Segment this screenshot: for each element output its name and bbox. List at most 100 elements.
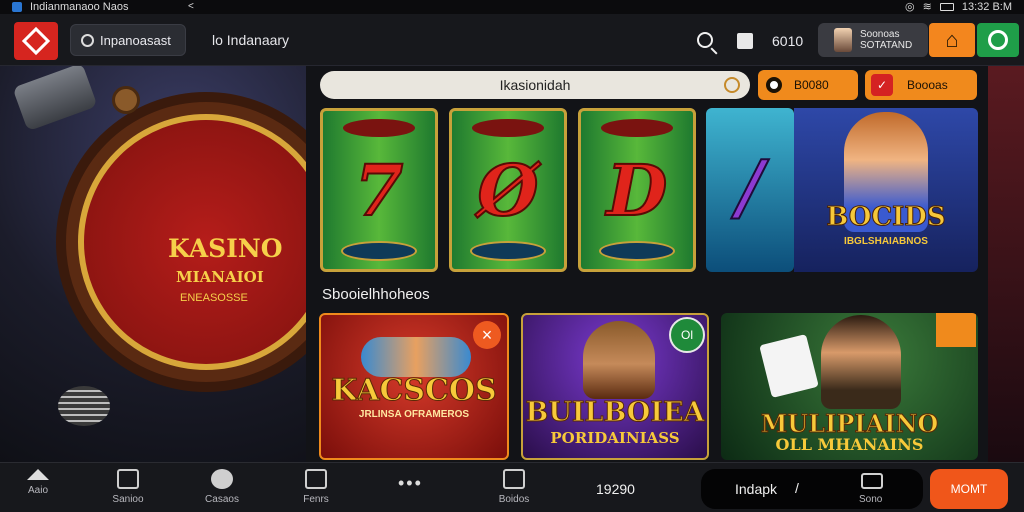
gift-icon: ✓ (871, 74, 893, 96)
search-icon[interactable] (697, 32, 713, 48)
search-icon (81, 33, 94, 47)
tab-label: Boidos (498, 494, 530, 505)
close-icon[interactable]: × (473, 321, 501, 349)
home-icon (27, 469, 49, 480)
status-bar: Indianmanaoo Naos < ◎ ≋ 13:32 B:M (0, 0, 1024, 14)
coin-icon (766, 77, 782, 93)
banner-subtitle: MIANAIOI (176, 268, 264, 286)
tab-bonuses[interactable]: Boidos (484, 469, 544, 505)
reel-symbol: D (606, 148, 669, 233)
wifi-icon: ≋ (922, 1, 932, 13)
profile-button[interactable]: Soonoas SOTATAND (818, 23, 928, 57)
slot-reel[interactable]: D (578, 108, 696, 272)
game-subtitle: JRLINSA OFRAMEROS (358, 409, 470, 420)
hero-game-card[interactable]: BOCIDS IBGLSHAIABNOS (794, 108, 978, 272)
promo-button[interactable]: ✓ Boooas (865, 70, 977, 100)
nav-link[interactable]: lo Indanaary (212, 32, 289, 48)
reel-symbol: 7 (354, 148, 405, 233)
heart-icon (305, 469, 327, 489)
deposit-button[interactable] (977, 23, 1019, 57)
hammer-art (12, 66, 98, 132)
battery-icon (939, 3, 954, 11)
banner-tagline: ENEASOSSE (180, 292, 248, 304)
balance-count: 6010 (772, 33, 804, 49)
promo-button-label: Boooas (907, 78, 948, 92)
install-label: Indapk (735, 481, 778, 497)
wallet-icon[interactable] (737, 33, 753, 49)
game-title: BUILBOIEA (525, 397, 705, 429)
corner-tag (936, 313, 976, 347)
tab-casinos[interactable]: Casaos (192, 469, 252, 505)
search-icon (724, 77, 740, 93)
cowboy-character (583, 321, 655, 399)
bottom-count: 19290 (596, 481, 635, 497)
more-button[interactable]: MOMT (930, 469, 1008, 509)
reel-symbol: / (736, 143, 764, 230)
game-card[interactable]: MULIPIAINO OLL MHANAINS (721, 313, 978, 460)
chip-stack-icon (58, 386, 110, 426)
edit-icon[interactable]: / (795, 480, 799, 496)
reel-symbol: Ø (477, 148, 540, 233)
game-subtitle: PORIDAINIASS (550, 429, 680, 447)
app-icon (12, 2, 22, 12)
game-search-input[interactable]: Ikasionidah (320, 71, 750, 99)
logo-diamond-icon (21, 26, 51, 56)
characters-art (361, 337, 471, 377)
location-icon: ◎ (905, 1, 915, 13)
game-card[interactable]: KACSCOS JRLINSA OFRAMEROS × (319, 313, 509, 460)
chip-icon (211, 469, 233, 489)
brand-logo[interactable] (14, 22, 58, 60)
search-chip[interactable]: Inpanoasast (70, 24, 186, 56)
install-icon-label: Sono (859, 494, 883, 505)
game-title: MULIPIAINO (760, 409, 939, 439)
coin-button-label: B0080 (794, 78, 829, 92)
profile-name: Soonoas (860, 29, 900, 40)
game-search-text: Ikasionidah (499, 77, 571, 93)
avatar (834, 28, 852, 52)
reel-plate (343, 119, 415, 137)
search-chip-label: Inpanoasast (100, 32, 171, 48)
bottom-nav: Aaio Sanioo Casaos Fenrs ••• Boidos 1929… (0, 462, 1024, 512)
tab-games[interactable]: Sanioo (98, 469, 158, 505)
slot-reel[interactable]: Ø (449, 108, 567, 272)
tab-label: Sanioo (112, 494, 144, 505)
section-title: Sbooielhhoheos (322, 286, 430, 303)
reel-plate (599, 241, 675, 261)
dealer-character (821, 315, 901, 409)
game-card[interactable]: Ol BUILBOIEA PORIDAINIASS (521, 313, 709, 460)
tab-label: Aaio (27, 485, 48, 496)
profile-status: SOTATAND (860, 40, 913, 51)
screen-icon (861, 473, 883, 489)
reel-plate (341, 241, 417, 261)
reel-plate (601, 119, 673, 137)
hero-game-subtitle: IBGLSHAIABNOS (844, 236, 928, 247)
window-title: Indianmanaoo Naos (30, 1, 129, 13)
gift-box-icon (503, 469, 525, 489)
banner-title: KASINO (168, 234, 283, 263)
side-art (988, 66, 1024, 462)
more-dots-icon[interactable]: ••• (398, 473, 423, 494)
home-button[interactable]: ⌂ (929, 23, 975, 57)
more-button-label: MOMT (950, 482, 988, 496)
hero-game-title: BOCIDS (826, 202, 946, 233)
install-app-bar[interactable]: Indapk / Sono (701, 469, 923, 509)
game-title: KACSCOS (331, 373, 497, 409)
tab-favorites[interactable]: Fenrs (286, 469, 346, 505)
slot-reel[interactable]: 7 (320, 108, 438, 272)
tab-label: Fenrs (303, 494, 329, 505)
home-icon: ⌂ (945, 27, 959, 52)
game-badge: Ol (669, 317, 705, 353)
reel-plate (470, 241, 546, 261)
deposit-icon (988, 30, 1008, 50)
roulette-banner[interactable]: KASINO MIANAIOI ENEASOSSE (0, 66, 306, 462)
tab-home[interactable]: Aaio (8, 469, 68, 496)
clock-text: 13:32 B:M (961, 1, 1012, 13)
playing-cards-art (759, 333, 819, 399)
tab-label: Casaos (205, 494, 239, 505)
top-bar: Inpanoasast lo Indanaary 6010 Soonoas SO… (0, 14, 1024, 66)
reel-plate (472, 119, 544, 137)
slot-reel[interactable]: / (706, 108, 794, 272)
grid-icon (117, 469, 139, 489)
wheel-knob (112, 86, 140, 114)
coin-button[interactable]: B0080 (758, 70, 858, 100)
